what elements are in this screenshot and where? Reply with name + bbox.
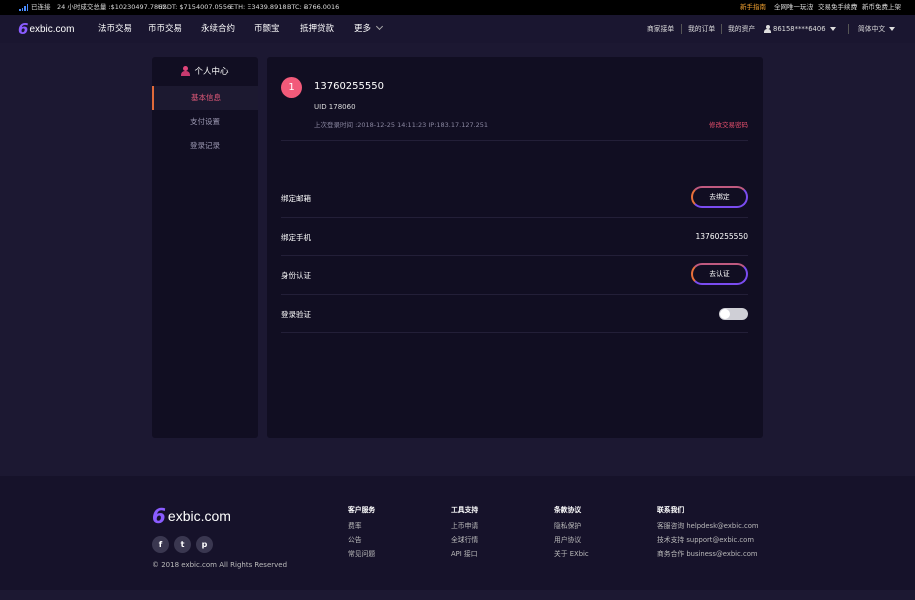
connection-status: 已连接 <box>31 3 51 11</box>
bind-email-button[interactable]: 去绑定 <box>691 186 748 208</box>
bind-email-label: 绑定邮箱 <box>281 194 311 203</box>
nav-loan[interactable]: 抵押贷款 <box>300 15 334 43</box>
footer-link[interactable]: 隐私保护 <box>554 522 589 536</box>
merchant-link[interactable]: 商家接单 <box>647 15 674 43</box>
account-sidebar: 个人中心 基本信息 支付设置 登录记录 <box>152 57 258 438</box>
ticker-bar: 已连接 24 小时成交总量 :$10230497.7862 USDT: $715… <box>0 0 915 15</box>
change-trade-password-link[interactable]: 修改交易密码 <box>709 119 748 129</box>
nav-fiat-trade[interactable]: 法币交易 <box>98 15 132 43</box>
beginner-guide-link[interactable]: 新手指南 <box>740 3 766 12</box>
footer-bottom-bar <box>0 590 915 600</box>
twitter-icon[interactable]: t <box>174 536 191 553</box>
footer-link[interactable]: 公告 <box>348 536 375 550</box>
btc-volume: BTC: Ƀ766.0016 <box>287 3 340 11</box>
nav-divider <box>721 24 722 34</box>
sidebar-item-login-records[interactable]: 登录记录 <box>152 134 258 158</box>
logo-text: exbic.com <box>167 508 231 524</box>
nav-more-label: 更多 <box>354 24 372 34</box>
nav-coin-trade[interactable]: 币币交易 <box>148 15 182 43</box>
language-label: 简体中文 <box>858 25 886 33</box>
user-icon <box>764 25 771 33</box>
person-icon <box>181 66 191 76</box>
user-phone: 13760255550 <box>314 81 384 92</box>
sidebar-item-payment-settings[interactable]: 支付设置 <box>152 110 258 134</box>
usdt-volume: USDT: $7154007.0556 <box>158 3 232 11</box>
footer-link[interactable]: 关于 EXbic <box>554 550 589 564</box>
login-verification-label: 登录验证 <box>281 310 311 319</box>
login-verification-toggle[interactable] <box>719 308 748 320</box>
footer-column-title: 客户服务 <box>348 506 376 514</box>
footer-column-title: 条款协议 <box>554 506 582 514</box>
my-assets-link[interactable]: 我的资产 <box>728 15 755 43</box>
signal-icon <box>19 4 28 11</box>
last-login-info: 上次登录时间 :2018-12-25 14:11:23 IP:183.17.12… <box>314 121 489 129</box>
main-nav: 6 exbic.com 法币交易 币币交易 永续合约 币颤宝 抵押贷款 更多 商… <box>0 15 915 43</box>
footer-link[interactable]: 费率 <box>348 522 375 536</box>
nav-treasure[interactable]: 币颤宝 <box>254 15 280 43</box>
caret-down-icon <box>829 27 836 31</box>
footer-logo[interactable]: 6 exbic.com <box>152 504 231 528</box>
promo-separator: / <box>855 3 858 11</box>
footer-link[interactable]: 用户协议 <box>554 536 589 550</box>
logo-mark: 6 <box>18 20 29 38</box>
facebook-icon[interactable]: f <box>152 536 169 553</box>
divider <box>281 255 748 256</box>
footer-link[interactable]: 常见问题 <box>348 550 375 564</box>
bind-mobile-value: 13760255550 <box>695 232 749 241</box>
logo[interactable]: 6 exbic.com <box>18 20 74 38</box>
caret-down-icon <box>889 27 896 31</box>
divider <box>281 140 748 141</box>
footer-link[interactable]: 技术支持 support@exbic.com <box>657 536 759 550</box>
identity-verification-label: 身份认证 <box>281 271 311 280</box>
sidebar-item-basic-info[interactable]: 基本信息 <box>152 86 258 110</box>
divider <box>281 332 748 333</box>
divider <box>281 294 748 295</box>
footer-link[interactable]: 全球行情 <box>451 536 478 550</box>
footer-column-terms: 条款协议 隐私保护 用户协议 关于 EXbic <box>554 504 589 564</box>
footer-link[interactable]: 商务合作 business@exbic.com <box>657 550 759 564</box>
nav-divider <box>848 24 849 34</box>
avatar: 1 <box>281 77 302 98</box>
sidebar-title: 个人中心 <box>194 67 229 77</box>
account-label: 86158****6406 <box>773 25 826 33</box>
divider <box>281 217 748 218</box>
footer-column-tools: 工具支持 上币申请 全球行情 API 接口 <box>451 504 478 564</box>
promo-link[interactable]: 交易免手续费 <box>818 3 857 12</box>
bind-mobile-label: 绑定手机 <box>281 233 311 242</box>
promo-link[interactable]: 新币免费上架 <box>862 3 901 12</box>
eth-volume: ETH: Ξ3439.8918 <box>230 3 287 11</box>
toggle-knob <box>720 309 730 319</box>
my-orders-link[interactable]: 我的订单 <box>688 15 715 43</box>
promo-link[interactable]: 全网唯一玩法 <box>774 3 813 12</box>
footer-column-title: 工具支持 <box>451 506 479 514</box>
identity-verification-button[interactable]: 去认证 <box>691 263 748 285</box>
account-menu[interactable]: 86158****6406 <box>764 15 836 43</box>
footer-column-service: 客户服务 费率 公告 常见问题 <box>348 504 375 564</box>
nav-perpetual[interactable]: 永续合约 <box>201 15 235 43</box>
copyright: © 2018 exbic.com All Rights Reserved <box>152 561 288 569</box>
logo-mark: 6 <box>152 504 166 528</box>
telegram-icon[interactable]: p <box>196 536 213 553</box>
language-selector[interactable]: 简体中文 <box>858 15 896 43</box>
footer-link[interactable]: 客服咨询 helpdesk@exbic.com <box>657 522 759 536</box>
nav-divider <box>681 24 682 34</box>
logo-text: exbic.com <box>29 23 75 35</box>
promo-separator: / <box>811 3 814 11</box>
footer-link[interactable]: 上币申请 <box>451 522 478 536</box>
sidebar-header: 个人中心 <box>152 57 258 85</box>
user-uid: UID 178060 <box>314 103 356 111</box>
volume-24h: 24 小时成交总量 :$10230497.7862 <box>57 3 167 11</box>
chevron-down-icon <box>375 22 384 31</box>
footer-link[interactable]: API 接口 <box>451 550 478 564</box>
footer-column-contact: 联系我们 客服咨询 helpdesk@exbic.com 技术支持 suppor… <box>657 504 759 564</box>
footer: 6 exbic.com f t p © 2018 exbic.com All R… <box>0 476 915 590</box>
footer-column-title: 联系我们 <box>657 506 685 514</box>
nav-more[interactable]: 更多 <box>354 15 384 43</box>
basic-info-panel: 1 13760255550 UID 178060 上次登录时间 :2018-12… <box>267 57 763 438</box>
